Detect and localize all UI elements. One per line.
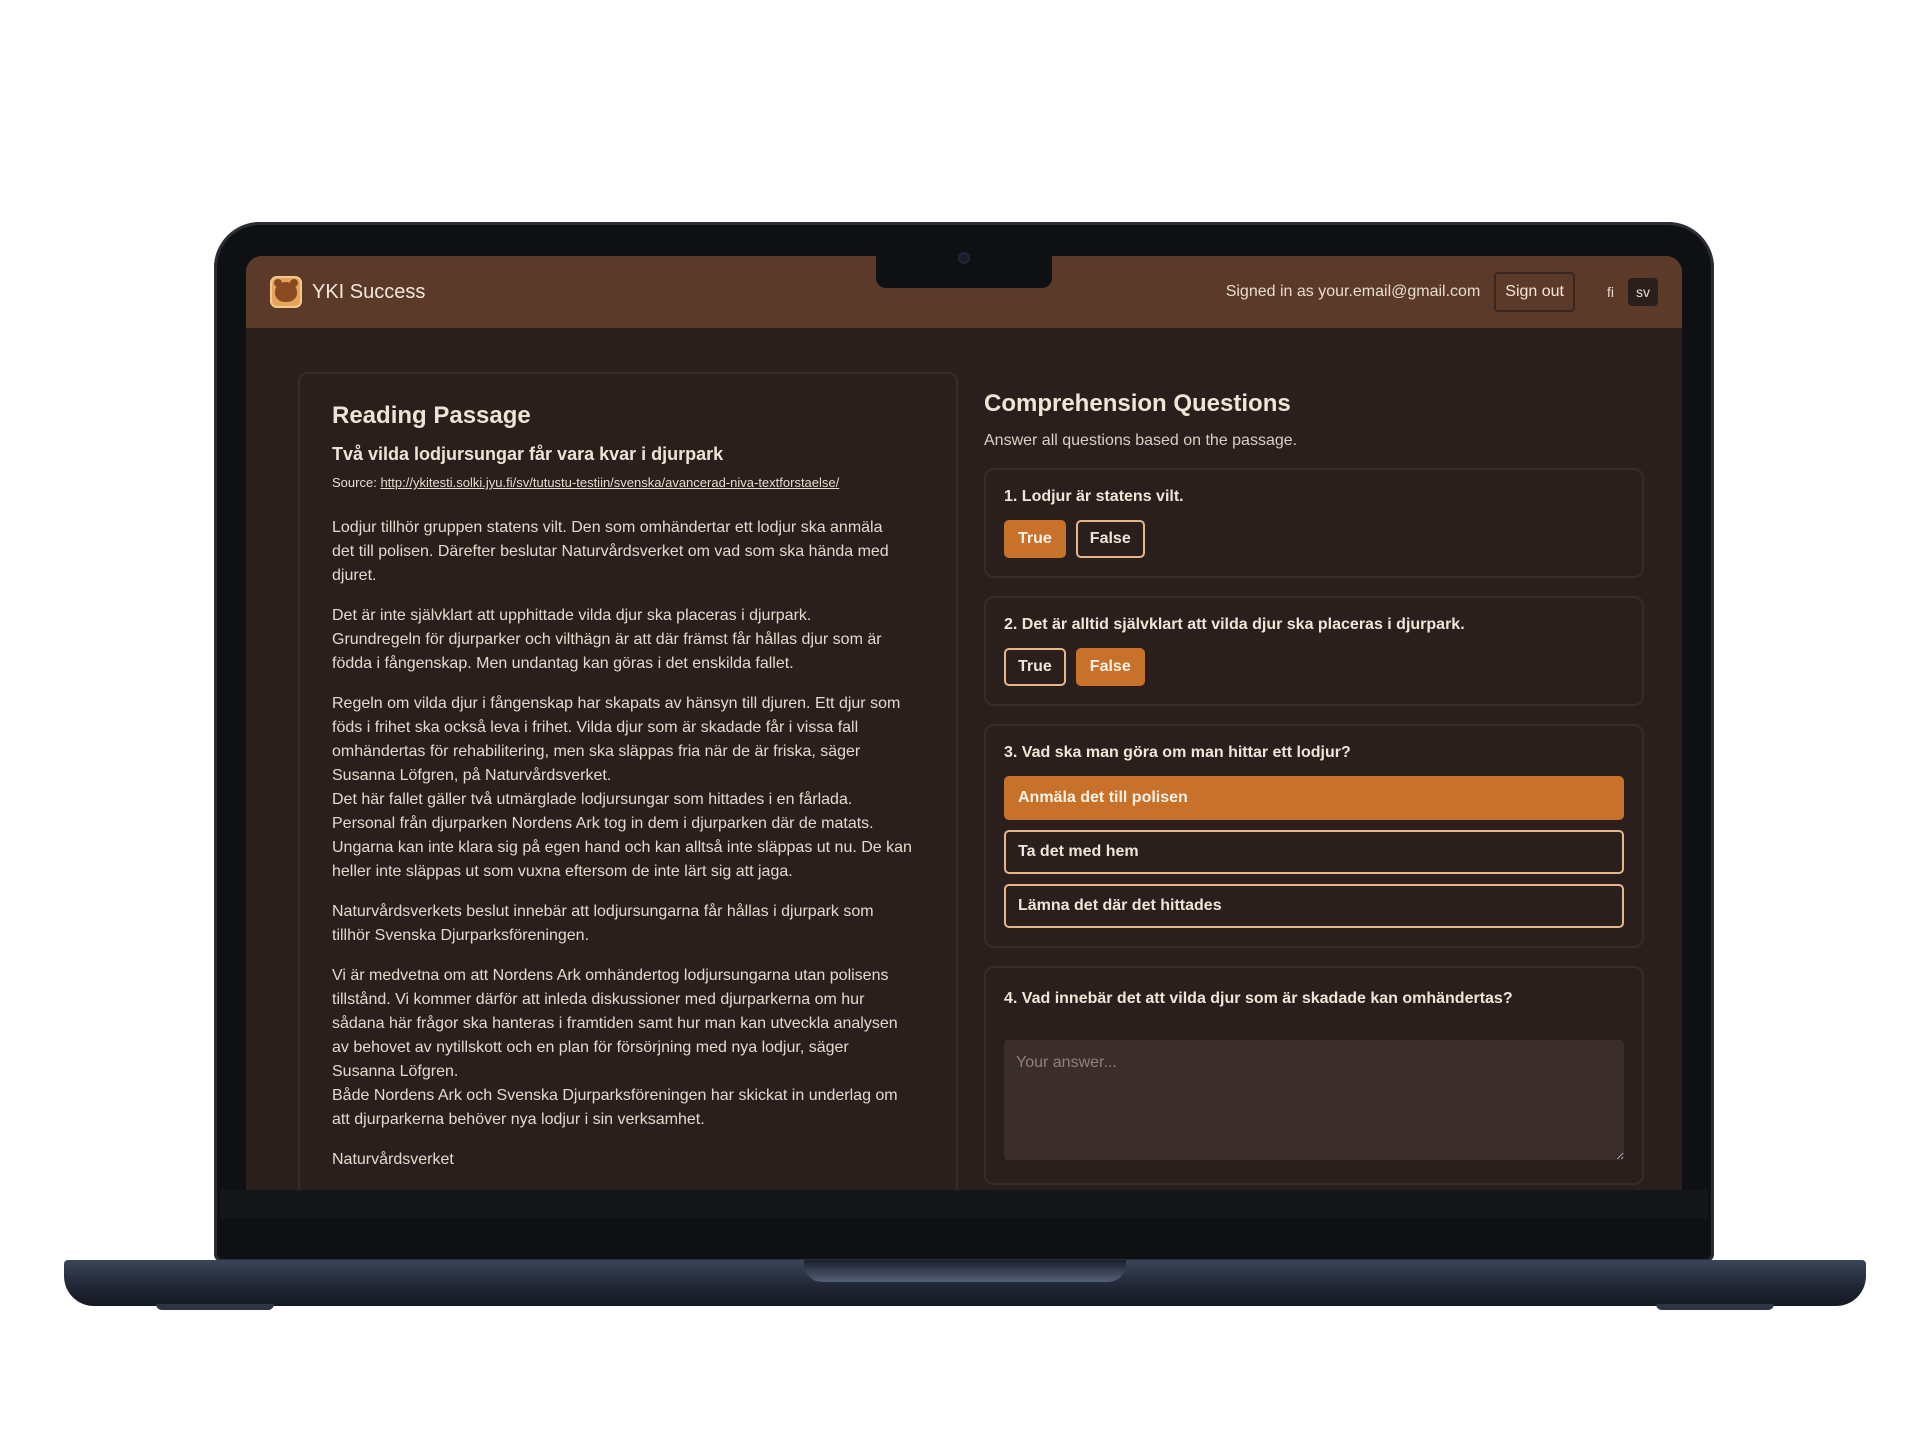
passage-paragraph: Vi är medvetna om att Nordens Ark omhänd… (332, 964, 924, 1132)
question-text: 3. Vad ska man göra om man hittar ett lo… (1004, 744, 1351, 761)
passage-body: Lodjur tillhör gruppen statens vilt. Den… (332, 516, 924, 1172)
question-card-2: 2. Det är alltid självklart att vilda dj… (984, 596, 1644, 706)
passage-line: sådana här frågor ska hanteras i framtid… (332, 1015, 898, 1032)
q2-true-button[interactable]: True (1004, 648, 1066, 686)
passage-line: av behovet av nytillskott och en plan fö… (332, 1039, 849, 1056)
signed-in-text: Signed in as your.email@gmail.com (1225, 283, 1481, 300)
q3-option-take-home[interactable]: Ta det med hem (1004, 830, 1624, 874)
passage-line: Ungarna kan inte klara sig på egen hand … (332, 839, 912, 856)
passage-title: Två vilda lodjursungar får vara kvar i d… (332, 444, 724, 464)
passage-line: Lodjur tillhör gruppen statens vilt. Den… (332, 519, 883, 536)
passage-line: Naturvårdsverket (332, 1151, 454, 1168)
header-right: Signed in as your.email@gmail.com Sign o… (1226, 272, 1658, 312)
passage-paragraph: Det är inte självklart att upphittade vi… (332, 604, 924, 676)
questions-subtitle: Answer all questions based on the passag… (984, 432, 1298, 449)
passage-line: djuret. (332, 567, 377, 584)
reading-passage-panel: Reading Passage Två vilda lodjursungar f… (298, 372, 958, 1190)
questions-heading: Comprehension Questions (984, 390, 1291, 417)
laptop-base-notch (804, 1260, 1126, 1282)
passage-line: Regeln om vilda djur i fångenskap har sk… (332, 695, 901, 712)
q1-false-button[interactable]: False (1075, 520, 1145, 558)
language-switcher: fi sv (1599, 278, 1658, 306)
q1-true-button[interactable]: True (1004, 520, 1066, 558)
passage-line: Susanna Löfgren. (332, 1063, 459, 1080)
question-text: 1. Lodjur är statens vilt. (1004, 488, 1184, 505)
q2-false-button[interactable]: False (1075, 648, 1145, 686)
passage-line: omhändertas för rehabilitering, men ska … (332, 743, 861, 760)
passage-line: Det är inte självklart att upphittade vi… (332, 607, 812, 624)
passage-line: tillstånd. Vi kommer därför att inleda d… (332, 991, 865, 1008)
passage-line: tillhör Svenska Djurparksföreningen. (332, 927, 590, 944)
passage-line: Personal från djurparken Nordens Ark tog… (332, 815, 874, 832)
passage-paragraph: Regeln om vilda djur i fångenskap har sk… (332, 692, 924, 884)
passage-paragraph: Naturvårdsverkets beslut innebär att lod… (332, 900, 924, 948)
q3-option-report-police[interactable]: Anmäla det till polisen (1004, 776, 1624, 820)
passage-line: Både Nordens Ark och Svenska Djurparksfö… (332, 1087, 898, 1104)
questions-panel: Comprehension Questions Answer all quest… (984, 390, 1644, 1190)
q3-option-leave-it[interactable]: Lämna det där det hittades (1004, 884, 1624, 928)
source-label: Source: (332, 475, 377, 490)
laptop-foot-left (156, 1304, 274, 1310)
language-sv[interactable]: sv (1628, 278, 1658, 306)
passage-line: heller inte släppas ut som vuxna efterso… (332, 863, 793, 880)
source-link[interactable]: http://ykitesti.solki.jyu.fi/sv/tutustu-… (380, 475, 839, 490)
question-text: 4. Vad innebär det att vilda djur som är… (1004, 990, 1513, 1007)
camera-icon (958, 252, 970, 264)
passage-source: Source: http://ykitesti.solki.jyu.fi/sv/… (332, 475, 924, 490)
app-title[interactable]: YKI Success (312, 281, 425, 304)
passage-line: Naturvårdsverkets beslut innebär att lod… (332, 903, 874, 920)
passage-heading: Reading Passage (332, 402, 531, 429)
question-card-3: 3. Vad ska man göra om man hittar ett lo… (984, 724, 1644, 948)
bear-logo-icon[interactable] (270, 276, 302, 308)
question-card-4: 4. Vad innebär det att vilda djur som är… (984, 966, 1644, 1185)
passage-line: Vi är medvetna om att Nordens Ark omhänd… (332, 967, 889, 984)
language-fi[interactable]: fi (1599, 278, 1622, 306)
passage-paragraph: Naturvårdsverket (332, 1148, 924, 1172)
q4-answer-field[interactable] (1004, 1040, 1624, 1160)
passage-line: det till polisen. Därefter beslutar Natu… (332, 543, 889, 560)
question-card-1: 1. Lodjur är statens vilt. True False (984, 468, 1644, 578)
screen-bezel-bottom (220, 1190, 1708, 1218)
app-screen: YKI Success Signed in as your.email@gmai… (246, 256, 1682, 1190)
sign-out-button[interactable]: Sign out (1494, 272, 1575, 312)
laptop-foot-right (1656, 1304, 1774, 1310)
question-text: 2. Det är alltid självklart att vilda dj… (1004, 616, 1465, 633)
passage-line: Susanna Löfgren, på Naturvårdsverket. (332, 767, 612, 784)
passage-line: att djurparkerna behöver nya lodjur i si… (332, 1111, 705, 1128)
passage-line: Det här fallet gäller två utmärglade lod… (332, 791, 853, 808)
passage-line: föds i frihet ska också leva i frihet. V… (332, 719, 859, 736)
passage-paragraph: Lodjur tillhör gruppen statens vilt. Den… (332, 516, 924, 588)
passage-line: födda i fångenskap. Men undantag kan gör… (332, 655, 794, 672)
passage-line: Grundregeln för djurparker och vilthägn … (332, 631, 882, 648)
